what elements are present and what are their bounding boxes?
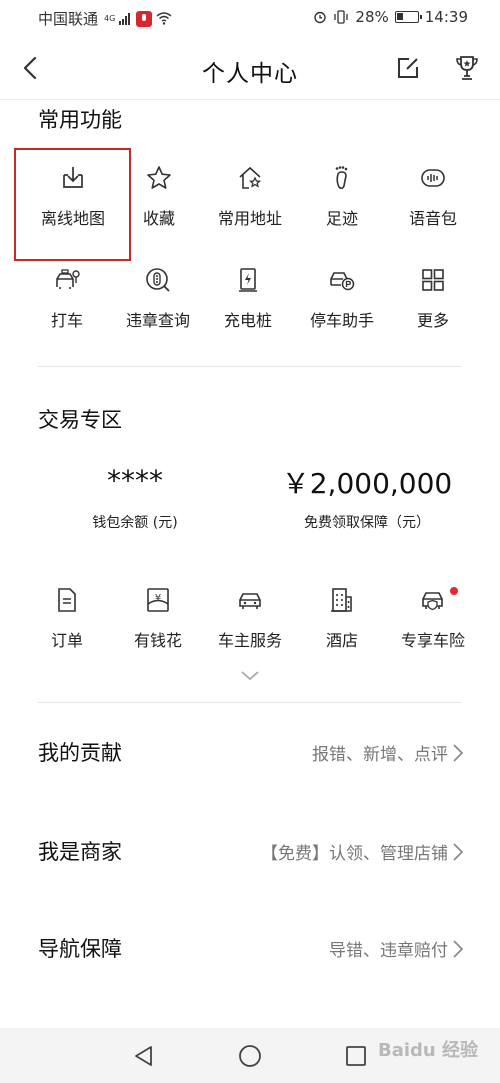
- guarantee-label[interactable]: 免费领取保障（元）: [262, 512, 472, 532]
- watermark: Baidu 经验: [377, 1040, 478, 1061]
- car-service-button[interactable]: 车主服务: [200, 587, 300, 667]
- divider: [38, 366, 462, 367]
- grid-item-label: 违章查询: [125, 311, 190, 330]
- loan-button[interactable]: ¥ 有钱花: [108, 587, 208, 667]
- grid-item-label: 有钱花: [133, 631, 182, 650]
- grid-item-label: 订单: [50, 631, 83, 650]
- grid-item-label: 停车助手: [309, 311, 374, 330]
- battery-percent: 28%: [355, 8, 389, 26]
- voice-pack-button[interactable]: 语音包: [383, 165, 483, 245]
- order-icon: [58, 588, 76, 612]
- status-left: 中国联通 4G: [38, 8, 172, 29]
- chevron-right-icon: [453, 843, 464, 861]
- voice-pack-icon: [421, 169, 445, 187]
- more-grid-icon: [422, 269, 444, 291]
- car-service-icon: [239, 593, 261, 609]
- car-insurance-button[interactable]: 专享车险: [383, 587, 483, 667]
- star-icon: [147, 166, 171, 189]
- car-insurance-icon: [422, 592, 443, 611]
- nav-home-button[interactable]: [238, 1044, 262, 1068]
- grid-item-label: 打车: [50, 311, 83, 330]
- nav-back-button[interactable]: [132, 1044, 156, 1068]
- grid-item-label: 常用地址: [217, 209, 282, 228]
- battery-icon: [394, 11, 422, 23]
- grid-item-label: 更多: [416, 311, 449, 330]
- microphone-icon: [136, 10, 153, 27]
- clock-time: 14:39: [424, 8, 468, 26]
- common-address-button[interactable]: 常用地址: [200, 165, 300, 245]
- trophy-button[interactable]: [454, 54, 480, 82]
- row-detail: 【免费】认领、管理店铺: [261, 844, 448, 864]
- offline-map-icon: [63, 167, 83, 188]
- grid-item-label: 离线地图: [40, 209, 105, 228]
- footprint-icon: [335, 166, 348, 190]
- page-title: 个人中心: [202, 61, 298, 87]
- offline-map-button[interactable]: 离线地图: [23, 165, 123, 245]
- charging-pile-button[interactable]: 充电桩: [198, 267, 298, 347]
- footprint-button[interactable]: 足迹: [292, 165, 392, 245]
- loan-icon: ¥: [147, 588, 169, 612]
- hotel-icon: [331, 588, 352, 612]
- taxi-button[interactable]: 打车: [17, 267, 117, 347]
- divider: [38, 702, 462, 703]
- row-detail: 报错、新增、点评: [312, 745, 448, 765]
- merchant-row[interactable]: 我是商家 【免费】认领、管理店铺: [0, 822, 500, 882]
- edit-button[interactable]: [396, 56, 420, 80]
- home-star-icon: [239, 166, 262, 189]
- more-button[interactable]: 更多: [383, 267, 483, 347]
- row-title: 我是商家: [38, 840, 122, 864]
- notification-dot: [450, 587, 458, 595]
- chevron-right-icon: [453, 940, 464, 958]
- svg-text:¥: ¥: [155, 593, 161, 604]
- expand-chevron-icon[interactable]: [240, 670, 260, 682]
- grid-item-label: 语音包: [408, 209, 457, 228]
- status-right: 28% 14:39: [313, 8, 468, 26]
- nav-recents-button[interactable]: [344, 1044, 368, 1068]
- status-bar: 中国联通 4G 28% 14:39: [0, 0, 500, 36]
- grid-item-label: 充电桩: [223, 311, 272, 330]
- parking-assistant-icon: [330, 272, 355, 291]
- header: 个人中心: [0, 36, 500, 100]
- violation-query-button[interactable]: 违章查询: [108, 267, 208, 347]
- chevron-right-icon: [453, 744, 464, 762]
- guarantee-value[interactable]: ￥2,000,000: [262, 462, 472, 502]
- grid-item-label: 车主服务: [217, 631, 282, 650]
- wallet-balance-value[interactable]: ****: [35, 464, 235, 497]
- row-detail: 导错、违章赔付: [329, 941, 448, 961]
- favorites-button[interactable]: 收藏: [109, 165, 209, 245]
- violation-query-icon: [146, 268, 170, 292]
- hotel-button[interactable]: 酒店: [292, 587, 392, 667]
- taxi-icon: [56, 269, 80, 289]
- grid-item-label: 酒店: [325, 631, 358, 650]
- carrier-name: 中国联通: [38, 10, 99, 28]
- grid-item-label: 收藏: [142, 209, 175, 228]
- system-nav-bar: Baidu 经验: [0, 1028, 500, 1083]
- row-title: 我的贡献: [38, 741, 122, 765]
- grid-item-label: 足迹: [325, 209, 358, 228]
- common-section-title: 常用功能: [38, 108, 122, 132]
- row-title: 导航保障: [38, 937, 122, 961]
- alarm-icon: [314, 11, 327, 24]
- signal-icon: [119, 12, 131, 25]
- order-button[interactable]: 订单: [17, 587, 117, 667]
- network-type: 4G: [104, 13, 116, 23]
- contribution-row[interactable]: 我的贡献 报错、新增、点评: [0, 723, 500, 783]
- grid-item-label: 专享车险: [400, 631, 465, 650]
- trade-section-title: 交易专区: [38, 408, 122, 432]
- wifi-icon: [156, 12, 172, 25]
- charging-pile-icon: [239, 268, 257, 292]
- parking-assistant-button[interactable]: 停车助手: [292, 267, 392, 347]
- vibrate-icon: [334, 10, 349, 24]
- navigation-guarantee-row[interactable]: 导航保障 导错、违章赔付: [0, 919, 500, 979]
- wallet-balance-label[interactable]: 钱包余额 (元): [35, 512, 235, 532]
